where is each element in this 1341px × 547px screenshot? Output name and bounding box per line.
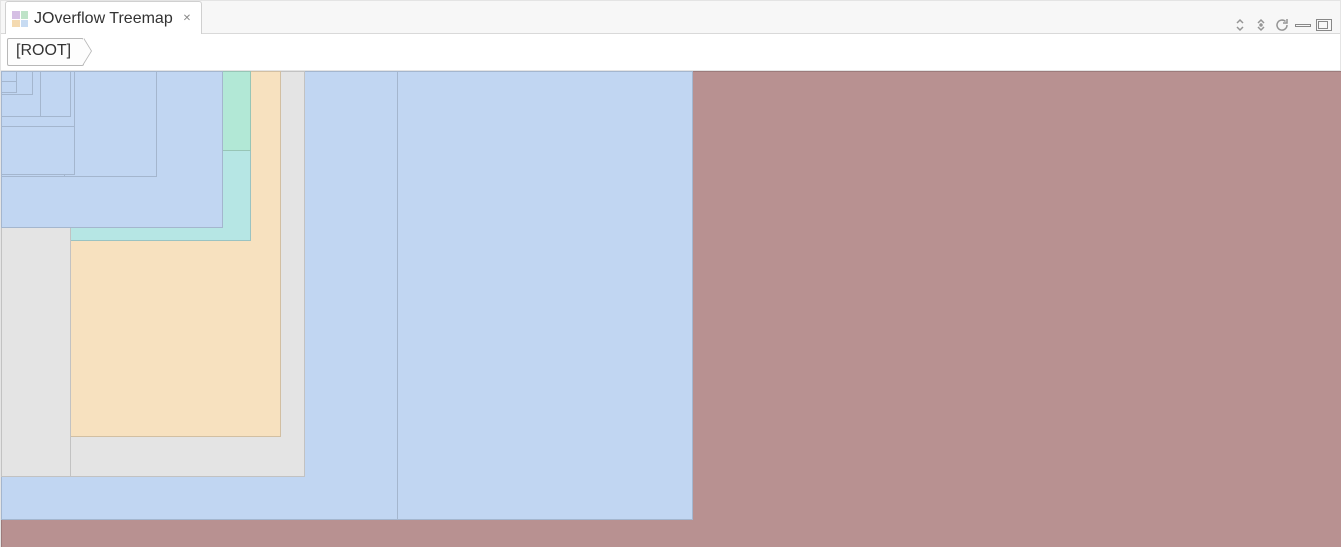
tab-title: JOverflow Treemap — [34, 10, 173, 28]
tab-tools — [1232, 17, 1340, 33]
treemap-canvas[interactable]: [ROOT] java lang String ... reflect ... — [1, 71, 1340, 546]
r6[interactable] — [1, 71, 17, 82]
breadcrumb-bar: [ROOT] — [1, 34, 1340, 71]
expand-all-icon[interactable] — [1253, 17, 1269, 33]
close-icon[interactable]: ✕ — [183, 14, 193, 24]
minimize-button[interactable] — [1295, 24, 1311, 27]
breadcrumb-root[interactable]: [ROOT] — [7, 38, 84, 66]
collapse-all-icon[interactable] — [1232, 17, 1248, 33]
tab-joverflow-treemap[interactable]: JOverflow Treemap ✕ — [5, 1, 202, 34]
maximize-button[interactable] — [1316, 19, 1332, 31]
refresh-icon[interactable] — [1274, 17, 1290, 33]
treemap-icon — [12, 11, 28, 27]
tab-bar: JOverflow Treemap ✕ — [1, 1, 1340, 34]
